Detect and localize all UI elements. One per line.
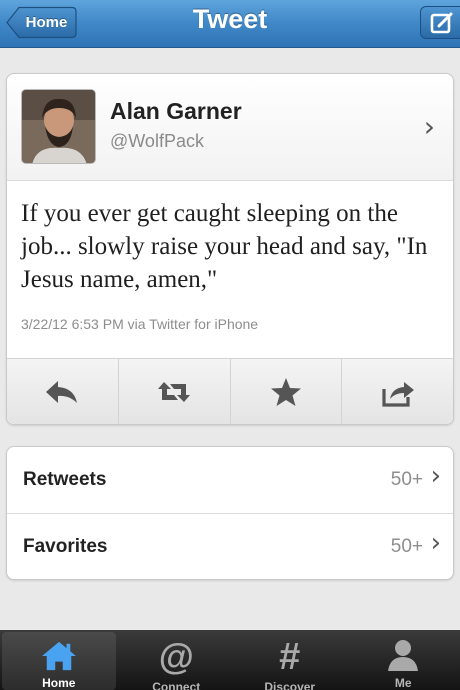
navigation-bar: Home Tweet [0,0,460,48]
author-name: Alan Garner [110,98,242,124]
author-handle: @WolfPack [110,131,204,151]
tab-me-label: Me [394,676,412,690]
star-icon [270,377,301,406]
share-button[interactable] [342,359,453,424]
chevron-right-icon: › [423,110,435,143]
at-icon: @ [158,636,194,677]
tab-connect[interactable]: @ Connect [120,630,234,690]
person-icon [388,640,419,671]
tweet-card: Alan Garner @WolfPack › If you ever get … [6,73,454,425]
retweets-count: 50+ [390,469,423,490]
tweet-text: If you ever get caught sleeping on the j… [21,200,428,293]
compose-button[interactable] [420,6,460,39]
home-icon [41,641,76,671]
retweet-button[interactable] [119,359,231,424]
avatar-photo [22,90,95,163]
tab-home[interactable]: Home [2,632,116,690]
hash-icon: # [279,636,301,678]
tab-connect-label: Connect [152,680,201,690]
tab-discover-label: Discover [264,680,316,690]
retweets-row[interactable]: Retweets 50+ › [7,447,453,514]
retweet-icon [158,381,191,402]
reply-button[interactable] [7,359,119,424]
tab-discover[interactable]: # Discover [233,630,347,690]
chevron-right-icon: › [430,528,441,558]
favorite-button[interactable] [231,359,343,424]
tweet-action-bar [7,358,453,424]
tab-bar: Home @ Connect # Discover Me [0,630,460,690]
page-title: Tweet [192,4,268,34]
tweet-timestamp: 3/22/12 6:53 PM via Twitter for iPhone [21,316,259,332]
tweet-stats-card: Retweets 50+ › Favorites 50+ › [6,446,454,580]
compose-icon [430,12,453,33]
share-icon [382,381,414,407]
tab-home-label: Home [42,676,76,690]
favorites-row[interactable]: Favorites 50+ › [7,514,453,581]
chevron-right-icon: › [430,461,441,491]
favorites-label: Favorites [23,536,108,557]
author-profile-row[interactable]: Alan Garner @WolfPack › [7,74,453,181]
retweets-label: Retweets [23,469,107,490]
reply-icon [46,380,78,403]
tab-me[interactable]: Me [347,630,460,690]
avatar[interactable] [21,89,96,164]
favorites-count: 50+ [390,536,423,557]
